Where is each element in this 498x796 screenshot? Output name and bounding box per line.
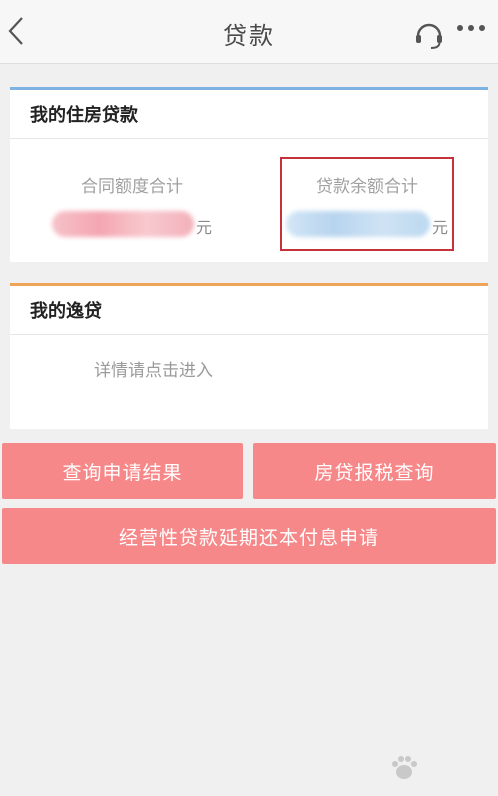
- yidai-title: 我的逸贷: [10, 286, 488, 335]
- tax-query-button[interactable]: 房贷报税查询: [253, 443, 496, 499]
- contract-amount-unit: 元: [195, 218, 212, 237]
- yidai-card[interactable]: 我的逸贷: [10, 283, 488, 429]
- more-dots-icon[interactable]: [455, 22, 487, 34]
- yidai-detail-link[interactable]: 详情请点击进入: [94, 356, 213, 381]
- housing-loan-title: 我的住房贷款: [10, 90, 488, 139]
- contract-amount-value: 元: [32, 211, 232, 237]
- loan-extension-button[interactable]: 经营性贷款延期还本付息申请: [2, 508, 496, 564]
- contract-amount-stat: 合同额度合计 元: [32, 172, 232, 237]
- headset-icon[interactable]: [413, 18, 445, 50]
- contract-amount-label: 合同额度合计: [81, 177, 183, 197]
- redacted-amount: [51, 211, 194, 237]
- highlight-box: [280, 157, 454, 251]
- query-result-button[interactable]: 查询申请结果: [2, 443, 243, 499]
- baidu-watermark: [380, 752, 428, 782]
- nav-bar: 贷款: [0, 0, 498, 64]
- baidu-paw-icon: [392, 756, 417, 779]
